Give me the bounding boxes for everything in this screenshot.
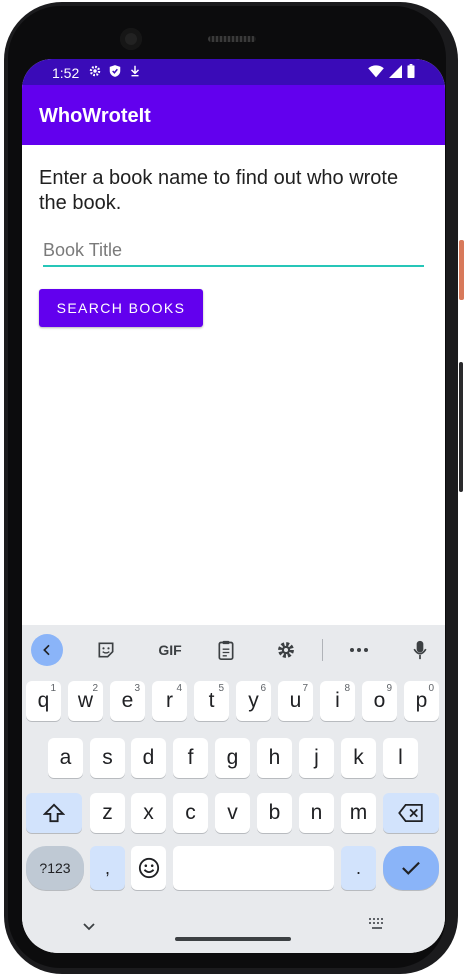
key-v[interactable]: v [215, 793, 250, 833]
keyboard-switch-icon[interactable] [368, 917, 386, 936]
keyboard-toolbar: GIF [22, 625, 445, 675]
more-icon[interactable] [343, 635, 375, 665]
battery-icon [407, 64, 415, 83]
book-title-field [43, 235, 424, 267]
key-d[interactable]: d [131, 738, 166, 778]
search-books-button[interactable]: SEARCH BOOKS [39, 289, 203, 327]
key-a[interactable]: a [48, 738, 83, 778]
shift-key[interactable] [26, 793, 82, 833]
chevron-down-icon[interactable] [82, 919, 96, 937]
shift-icon [43, 803, 65, 823]
key-q[interactable]: q1 [26, 681, 61, 721]
wifi-icon [368, 64, 384, 83]
volume-button [459, 362, 463, 492]
symbols-key[interactable]: ?123 [26, 846, 84, 890]
settings-gear-icon[interactable] [270, 635, 302, 665]
microphone-icon[interactable] [404, 635, 436, 665]
book-title-input[interactable] [43, 235, 424, 265]
period-key[interactable]: . [341, 846, 376, 890]
status-bar: 1:52 [22, 59, 445, 85]
key-z[interactable]: z [90, 793, 125, 833]
key-c[interactable]: c [173, 793, 208, 833]
comma-key[interactable]: , [90, 846, 125, 890]
key-l[interactable]: l [383, 738, 418, 778]
key-m[interactable]: m [341, 793, 376, 833]
device-screen: 1:52 WhoWroteIt Enter a book name to fin… [22, 59, 445, 953]
gif-icon[interactable]: GIF [150, 635, 190, 665]
app-bar: WhoWroteIt [22, 85, 445, 145]
instruction-text: Enter a book name to find out who wrote … [39, 167, 399, 214]
soft-keyboard: GIF q1 w2 e3 r4 t5 y6 u7 i8 o9 p0 a s d … [22, 625, 445, 953]
key-y[interactable]: y6 [236, 681, 271, 721]
toolbar-divider [322, 639, 323, 661]
key-e[interactable]: e3 [110, 681, 145, 721]
key-t[interactable]: t5 [194, 681, 229, 721]
key-g[interactable]: g [215, 738, 250, 778]
app-title: WhoWroteIt [39, 105, 151, 127]
chevron-left-icon[interactable] [31, 634, 63, 666]
clipboard-icon[interactable] [210, 635, 242, 665]
key-w[interactable]: w2 [68, 681, 103, 721]
status-time: 1:52 [52, 65, 80, 81]
key-r[interactable]: r4 [152, 681, 187, 721]
backspace-key[interactable] [383, 793, 439, 833]
key-h[interactable]: h [257, 738, 292, 778]
signal-icon [389, 64, 402, 83]
spacebar-key[interactable] [173, 846, 334, 890]
key-k[interactable]: k [341, 738, 376, 778]
home-gesture-bar[interactable] [175, 937, 291, 941]
key-o[interactable]: o9 [362, 681, 397, 721]
key-n[interactable]: n [299, 793, 334, 833]
shield-icon [108, 64, 122, 83]
earpiece-speaker [208, 36, 256, 42]
download-icon [128, 64, 142, 83]
front-camera [120, 28, 142, 50]
key-i[interactable]: i8 [320, 681, 355, 721]
enter-key[interactable] [383, 846, 439, 890]
input-underline [43, 265, 424, 267]
key-j[interactable]: j [299, 738, 334, 778]
key-s[interactable]: s [90, 738, 125, 778]
backspace-icon [398, 804, 423, 822]
power-button [459, 240, 464, 300]
key-x[interactable]: x [131, 793, 166, 833]
key-b[interactable]: b [257, 793, 292, 833]
key-f[interactable]: f [173, 738, 208, 778]
gear-icon [88, 64, 102, 83]
key-u[interactable]: u7 [278, 681, 313, 721]
sticker-icon[interactable] [90, 635, 122, 665]
checkmark-icon [402, 861, 420, 875]
emoji-icon [138, 857, 159, 879]
key-p[interactable]: p0 [404, 681, 439, 721]
emoji-key[interactable] [131, 846, 166, 890]
